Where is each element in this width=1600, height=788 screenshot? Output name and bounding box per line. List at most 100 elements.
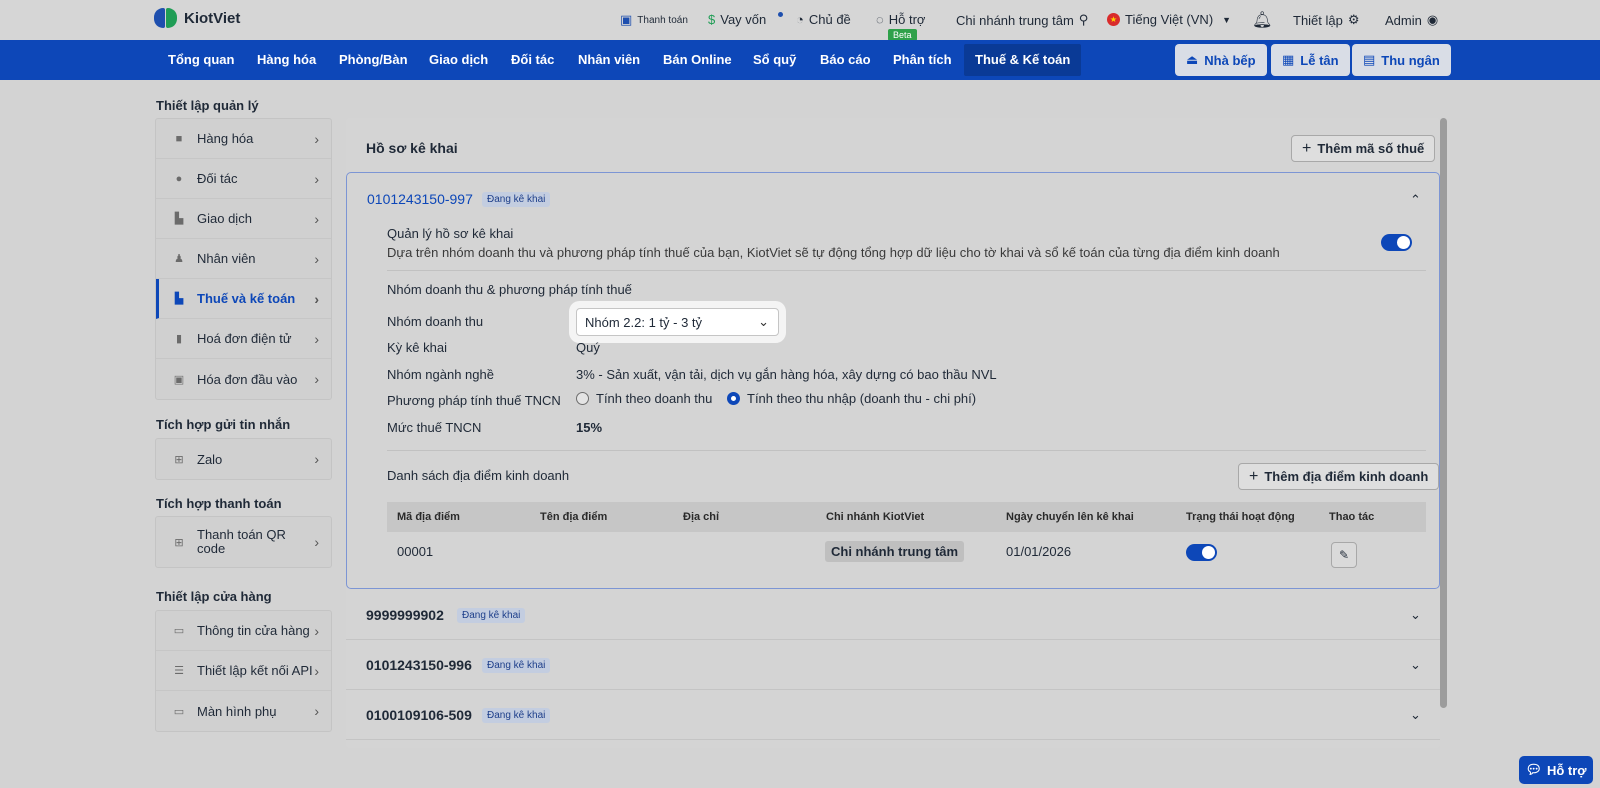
chevron-right-icon: › bbox=[314, 130, 319, 147]
sidebar-item-qr-payment[interactable]: ⊞ Thanh toán QR code › bbox=[156, 517, 331, 567]
sidebar-item-e-invoice[interactable]: ▮ Hoá đơn điện tử › bbox=[156, 319, 331, 359]
divider bbox=[387, 270, 1426, 271]
sidebar-item-products[interactable]: ■ Hàng hóa › bbox=[156, 119, 331, 159]
plus-icon: + bbox=[1249, 467, 1259, 485]
add-location-button[interactable]: + Thêm địa điểm kinh doanh bbox=[1238, 463, 1440, 490]
method-radio-revenue[interactable]: Tính theo doanh thu bbox=[576, 391, 712, 406]
add-tax-code-button[interactable]: + Thêm mã số thuế bbox=[1291, 135, 1436, 162]
cashier-button[interactable]: ▤ Thu ngân bbox=[1352, 44, 1451, 76]
sidebar-item-label: Thiết lập kết nối API bbox=[197, 663, 313, 678]
top-payment-label: Thanh toán bbox=[637, 14, 688, 26]
nav-partners[interactable]: Đối tác bbox=[511, 40, 554, 80]
nav-employees[interactable]: Nhân viên bbox=[578, 40, 640, 80]
toggle-knob bbox=[1202, 546, 1215, 559]
location-date: 01/01/2026 bbox=[1006, 544, 1072, 559]
column-header: Thao tác bbox=[1329, 511, 1375, 523]
reception-button[interactable]: ▦ Lễ tân bbox=[1271, 44, 1350, 76]
sidebar-item-partners[interactable]: ● Đối tác › bbox=[156, 159, 331, 199]
cashier-label: Thu ngân bbox=[1381, 52, 1440, 68]
sidebar-item-secondary-screen[interactable]: ▭ Màn hình phụ › bbox=[156, 691, 331, 731]
nav-transactions[interactable]: Giao dịch bbox=[429, 40, 488, 80]
settings-link[interactable]: Thiết lập ⚙ bbox=[1293, 12, 1360, 28]
rate-label: Mức thuế TNCN bbox=[387, 420, 482, 435]
status-badge: Đang kê khai bbox=[482, 192, 551, 207]
branch-selector[interactable]: Chi nhánh trung tâm ⚲ bbox=[956, 12, 1088, 28]
sidebar-item-label: Zalo bbox=[197, 451, 223, 467]
nav-products[interactable]: Hàng hóa bbox=[257, 40, 316, 80]
top-support-link[interactable]: ◌ Hỗ trợ bbox=[876, 12, 925, 27]
industry-value: 3% - Sản xuất, vận tải, dịch vụ gắn hàng… bbox=[576, 367, 997, 382]
kitchen-bell-icon: ⏏ bbox=[1186, 52, 1199, 67]
chevron-down-icon[interactable]: ⌄ bbox=[1410, 607, 1421, 623]
chevron-up-icon[interactable]: ⌃ bbox=[1410, 192, 1421, 208]
manage-profile-toggle[interactable] bbox=[1381, 234, 1412, 251]
sidebar-item-employees[interactable]: ♟ Nhân viên › bbox=[156, 239, 331, 279]
industry-label: Nhóm ngành nghề bbox=[387, 367, 494, 382]
chevron-down-icon[interactable]: ⌄ bbox=[1410, 657, 1421, 673]
manage-profile-title: Quản lý hồ sơ kê khai bbox=[387, 226, 514, 241]
brand-logo[interactable]: KiotViet bbox=[154, 6, 240, 30]
sidebar-heading-management: Thiết lập quản lý bbox=[156, 98, 259, 113]
sidebar-heading-store: Thiết lập cửa hàng bbox=[156, 589, 272, 604]
chevron-down-icon[interactable]: ⌄ bbox=[1410, 707, 1421, 723]
reception-label: Lễ tân bbox=[1300, 52, 1339, 68]
file-icon: ▮ bbox=[175, 333, 183, 345]
grid-icon: ⊞ bbox=[174, 536, 184, 549]
branch-chip: Chi nhánh trung tâm bbox=[825, 541, 965, 562]
top-theme-link[interactable]: ◔ Chủ đề bbox=[796, 12, 851, 27]
status-badge: Đang kê khai bbox=[482, 708, 551, 723]
location-status-toggle[interactable] bbox=[1186, 544, 1217, 561]
sidebar-item-api-connection[interactable]: ☰ Thiết lập kết nối API › bbox=[156, 651, 331, 691]
nav-tax-accounting[interactable]: Thuế & Kế toán bbox=[964, 44, 1082, 76]
sidebar-item-transactions[interactable]: ▙ Giao dịch › bbox=[156, 199, 331, 239]
sidebar-item-label: Hóa đơn đầu vào bbox=[197, 371, 298, 387]
person-icon: ● bbox=[175, 172, 183, 185]
radio-label: Tính theo doanh thu bbox=[596, 391, 713, 406]
store-icon: ▭ bbox=[173, 625, 185, 637]
nav-cashbook[interactable]: Sổ quỹ bbox=[753, 40, 796, 80]
sidebar-management-group: ■ Hàng hóa › ● Đối tác › ▙ Giao dịch › ♟ Nhân v… bbox=[155, 118, 332, 400]
sidebar-payment-group: ⊞ Thanh toán QR code › bbox=[155, 516, 332, 568]
sidebar-item-tax-accounting[interactable]: ▙ Thuế và kế toán › bbox=[156, 279, 331, 319]
edit-location-button[interactable]: ✎ bbox=[1331, 542, 1357, 568]
top-payment-link[interactable]: ▣ Thanh toán bbox=[620, 12, 688, 28]
tax-profile-id: 9999999902 bbox=[366, 607, 444, 623]
user-name: Admin bbox=[1385, 12, 1422, 28]
chevron-right-icon: › bbox=[314, 662, 319, 679]
grid-icon: ⊞ bbox=[174, 453, 184, 466]
nav-rooms-tables[interactable]: Phòng/Bàn bbox=[339, 40, 408, 80]
invoice-icon: ▣ bbox=[173, 373, 185, 386]
language-selector[interactable]: ★ Tiếng Việt (VN) ▼ bbox=[1107, 12, 1231, 27]
revenue-group-value: Nhóm 2.2: 1 tỷ - 3 tỷ bbox=[585, 314, 703, 330]
nav-overview[interactable]: Tổng quan bbox=[168, 40, 234, 80]
sidebar-item-input-invoice[interactable]: ▣ Hóa đơn đầu vào › bbox=[156, 359, 331, 399]
pencil-icon: ✎ bbox=[1338, 548, 1350, 562]
employee-icon: ♟ bbox=[174, 253, 184, 265]
nav-reports[interactable]: Báo cáo bbox=[820, 40, 871, 80]
user-menu[interactable]: Admin ◉ bbox=[1385, 12, 1438, 28]
manage-profile-description: Dựa trên nhóm doanh thu và phương pháp t… bbox=[387, 245, 1280, 260]
kitchen-button[interactable]: ⏏ Nhà bếp bbox=[1175, 44, 1267, 76]
toggle-knob bbox=[1397, 236, 1410, 249]
user-circle-icon: ◉ bbox=[1426, 12, 1439, 27]
main-scrollbar[interactable] bbox=[1440, 118, 1447, 708]
column-header: Ngày chuyển lên kê khai bbox=[1006, 511, 1134, 523]
method-radio-income[interactable]: Tính theo thu nhập (doanh thu - chi phí) bbox=[727, 391, 976, 406]
kitchen-label: Nhà bếp bbox=[1204, 52, 1256, 68]
help-floating-button[interactable]: 💬︎ Hỗ trợ bbox=[1519, 756, 1593, 784]
tax-profile-id[interactable]: 0101243150-997 bbox=[367, 191, 473, 207]
top-bar: KiotViet ▣ Thanh toán $ Vay vốn ◔ Chủ đề… bbox=[0, 0, 1600, 41]
branch-label: Chi nhánh trung tâm bbox=[956, 12, 1074, 28]
sidebar-item-store-info[interactable]: ▭ Thông tin cửa hàng › bbox=[156, 611, 331, 651]
sidebar-store-group: ▭ Thông tin cửa hàng › ☰ Thiết lập kết nối … bbox=[155, 610, 332, 732]
sidebar-item-zalo[interactable]: ⊞ Zalo › bbox=[156, 439, 331, 479]
period-value: Quý bbox=[576, 340, 600, 355]
revenue-group-select[interactable]: Nhóm 2.2: 1 tỷ - 3 tỷ ⌄ bbox=[576, 308, 779, 336]
nav-online-sales[interactable]: Bán Online bbox=[663, 40, 732, 80]
notification-button[interactable]: 🔔︎ bbox=[1252, 10, 1272, 30]
chat-icon: ◌ bbox=[876, 12, 884, 27]
tax-profile-id: 0100109106-509 bbox=[366, 707, 472, 723]
nav-analytics[interactable]: Phân tích bbox=[893, 40, 952, 80]
plus-icon: + bbox=[1302, 139, 1312, 157]
top-loan-link[interactable]: $ Vay vốn bbox=[708, 12, 766, 27]
